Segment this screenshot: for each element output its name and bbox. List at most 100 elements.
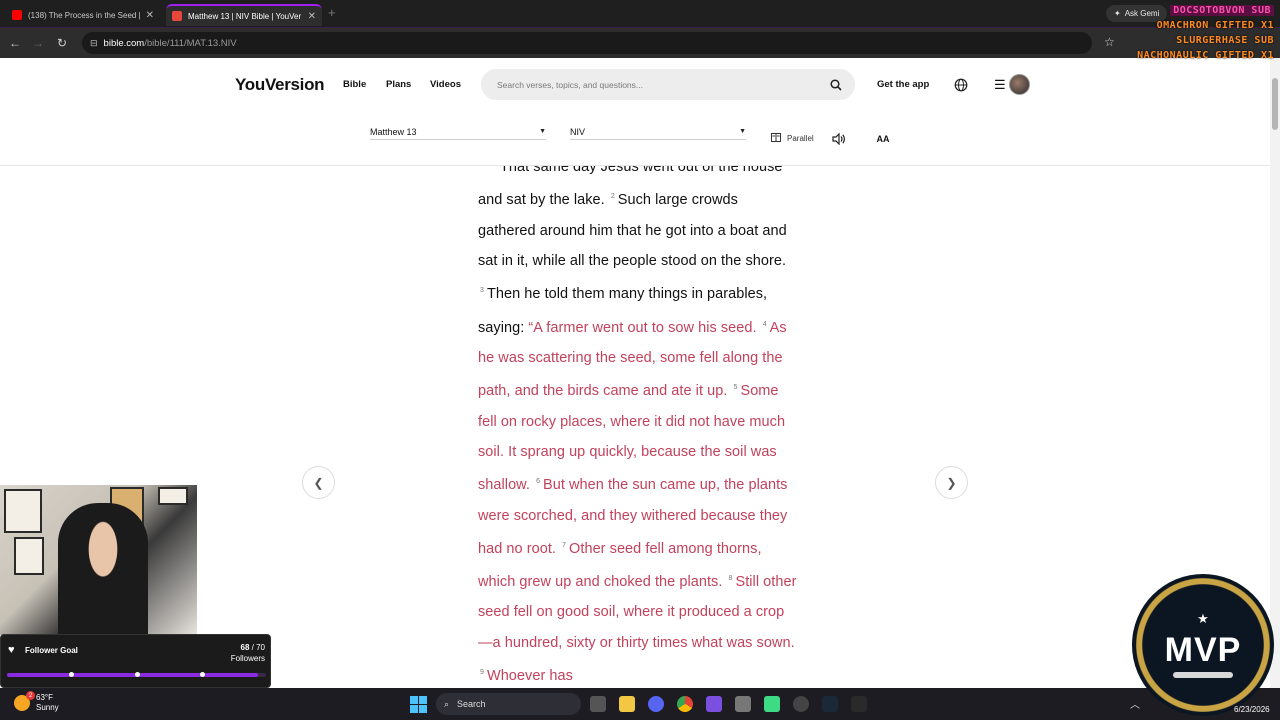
chevron-up-icon[interactable]: ︿ [1130,696,1140,711]
verse-number: 5 [733,384,738,392]
temperature: 63°F [36,693,53,702]
parallel-icon [771,133,781,144]
url-field[interactable]: ⊟ bible.com/bible/111/MAT.13.NIV [82,32,1092,54]
alert-line: SLURGERHASE SUB [1176,35,1274,46]
goal-target: / 70 [249,643,265,652]
alert-line: DOCSOTOBVON SUB [1170,5,1274,16]
star-icon: ★ [1197,610,1209,626]
windows-start-icon[interactable] [410,696,427,713]
site-header: YouVersion Bible Plans Videos Get the ap… [0,58,1270,166]
back-icon[interactable]: ← [7,35,23,51]
new-tab-icon[interactable]: + [328,5,336,20]
search-input[interactable] [497,79,827,90]
parallel-button[interactable]: Parallel [771,133,814,144]
follower-goal-widget: ♥ Follower Goal 68 / 70 Followers [0,634,271,688]
verse-number: 4 [762,320,767,328]
verse-number: 9 [480,669,484,677]
wall-art [14,537,44,575]
address-bar: ← → ↻ ⊟ bible.com/bible/111/MAT.13.NIV ☆ [0,28,1280,58]
url-domain: bible.com [103,37,145,49]
version-label: NIV [570,126,586,137]
sun-icon: 2 [14,691,35,711]
youtube-icon [12,10,22,20]
mvp-badge: ★ MVP [1132,574,1274,716]
clock-date: 6/23/2026 [1234,705,1270,714]
close-icon[interactable]: ✕ [146,10,154,21]
taskbar-search[interactable]: ⌕ Search [436,693,581,715]
avatar[interactable] [1009,74,1030,95]
goal-label: Follower Goal [25,646,78,655]
wall-art [4,489,42,533]
tab-youtube[interactable]: (138) The Process in the Seed | ✕ [6,4,160,26]
chevron-left-icon: ❮ [313,475,324,490]
webcam-feed [0,485,197,635]
previous-chapter-button[interactable]: ❮ [302,466,335,499]
verse-number: 8 [728,575,733,583]
steam-icon[interactable] [822,696,838,712]
nav-videos[interactable]: Videos [430,79,461,90]
app-icon[interactable] [764,696,780,712]
forward-icon[interactable]: → [30,35,46,51]
youversion-logo[interactable]: YouVersion [235,75,325,95]
audio-speaker-icon[interactable] [829,129,849,149]
scrollbar-thumb[interactable] [1272,78,1278,130]
site-info-icon[interactable]: ⊟ [90,38,98,49]
alert-line: OMACHRON GIFTED X1 [1156,20,1274,31]
nav-plans[interactable]: Plans [386,79,411,90]
chapter-label: Matthew 13 [370,126,417,137]
wall-art [158,487,188,505]
chevron-right-icon: ❯ [946,475,957,490]
task-view-icon[interactable] [590,696,606,712]
nav-bible[interactable]: Bible [343,79,366,90]
parallel-label: Parallel [787,134,814,143]
goal-unit: Followers [230,654,265,663]
goal-marker [135,672,140,677]
file-explorer-icon[interactable] [619,696,635,712]
weather-condition: Sunny [36,703,59,712]
wings-icon [1173,671,1233,678]
weather-widget[interactable]: 2 63°F Sunny [14,691,59,713]
browser-tab-bar: (138) The Process in the Seed | ✕ Matthe… [0,0,1280,28]
terminal-icon[interactable] [851,696,867,712]
caret-down-icon: ▼ [539,128,546,135]
caret-down-icon: ▼ [739,128,746,135]
font-size-button[interactable]: AA [873,129,893,149]
heart-hand-icon: ♥ [8,644,15,656]
tab-title: Matthew 13 | NIV Bible | YouVer [188,11,302,21]
url-path: /bible/111/MAT.13.NIV [144,37,237,49]
globe-icon[interactable] [954,78,968,92]
chrome-icon[interactable] [677,696,693,712]
goal-marker [69,672,74,677]
verse-number: 2 [610,193,615,201]
app-grid-icon[interactable] [706,696,722,712]
search-icon: ⌕ [444,698,450,709]
goal-progress-fill [7,673,259,677]
weather-badge: 2 [26,691,35,700]
alert-line: NACHONAULIC GIFTED X1 [1137,50,1274,61]
version-selector[interactable]: NIV ▼ [570,124,746,140]
next-chapter-button[interactable]: ❯ [935,466,968,499]
reload-icon[interactable]: ↻ [54,35,70,51]
usb-icon[interactable] [735,696,751,712]
settings-gear-icon[interactable] [793,696,809,712]
streamer [58,503,148,635]
goal-marker [200,672,205,677]
hamburger-menu-icon[interactable]: ☰ [994,77,1006,93]
words-of-jesus: Whoever has [486,668,573,685]
tab-youversion[interactable]: Matthew 13 | NIV Bible | YouVer ✕ [166,4,322,26]
taskbar-search-label: Search [457,699,486,709]
tab-title: (138) The Process in the Seed | [28,10,140,20]
words-of-jesus: “A farmer went out to sow his seed. [528,319,757,336]
get-app-link[interactable]: Get the app [877,79,929,90]
chapter-text: That same day Jesus went out of the hous… [478,166,798,688]
goal-count: 68 / 70 Followers [231,642,265,664]
bookmark-star-icon[interactable]: ☆ [1104,35,1115,49]
discord-icon[interactable] [648,696,664,712]
search-icon[interactable] [827,76,845,94]
goal-progress-bar [7,672,266,677]
mvp-text: MVP [1164,630,1242,669]
close-icon[interactable]: ✕ [308,11,316,22]
chapter-selector[interactable]: Matthew 13 ▼ [370,124,546,140]
verse-number: 7 [562,542,567,550]
page-scrollbar[interactable] [1270,58,1280,688]
